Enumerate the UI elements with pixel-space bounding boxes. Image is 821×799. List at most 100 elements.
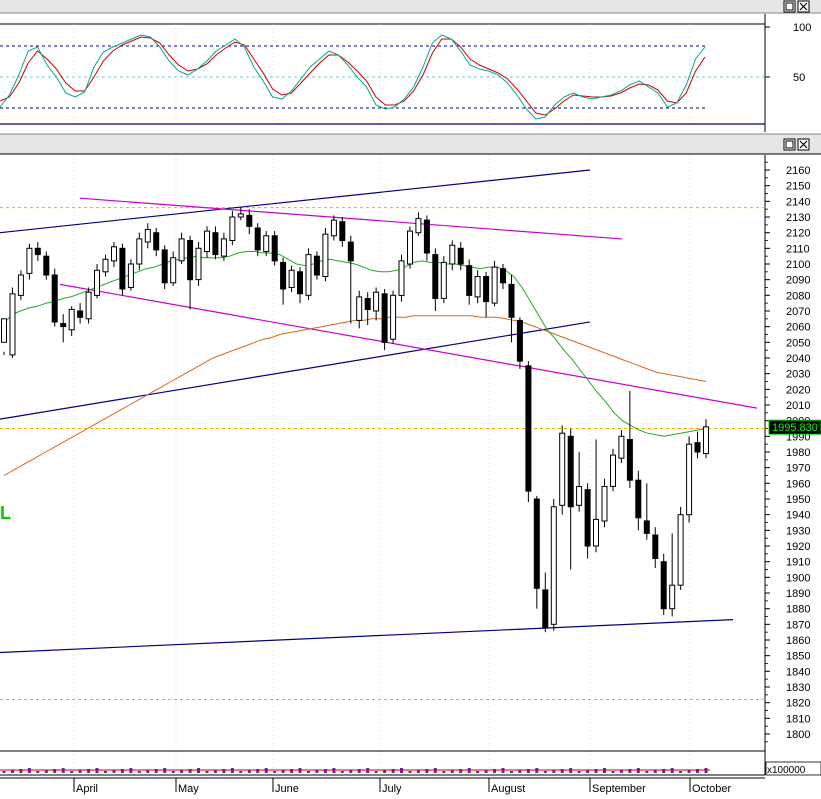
candle	[51, 268, 58, 327]
price-tick-label: 1810	[786, 713, 810, 725]
candle-body-down	[51, 274, 58, 323]
candle-body-up	[68, 308, 75, 331]
price-tick-label: 1900	[786, 572, 810, 584]
candle-body-down	[280, 261, 287, 290]
price-tick-label: 2040	[786, 353, 810, 365]
candle-body-up	[449, 244, 456, 265]
candle-body-up	[288, 269, 295, 288]
volume-unit-label: x100000	[767, 765, 806, 776]
candle-body-up	[610, 454, 616, 487]
candle-body-up	[322, 233, 329, 277]
price-tick-label: 1840	[786, 666, 810, 678]
volume-bar	[36, 771, 40, 773]
candle-body-up	[178, 238, 185, 262]
candle-body-down	[635, 479, 642, 519]
price-tick-label: 1950	[786, 494, 810, 506]
volume-bar	[577, 771, 581, 773]
candle-body-down	[432, 254, 439, 300]
candle-body-up	[136, 238, 143, 265]
candle-body-up	[398, 260, 405, 296]
candle-body-down	[542, 589, 549, 629]
candle-body-down	[43, 255, 50, 276]
candle-body-up	[263, 235, 270, 253]
candle-body-down	[584, 489, 591, 547]
price-tick-label: 2100	[786, 259, 810, 271]
candle-body-down	[533, 498, 540, 589]
candle-body-up	[576, 486, 583, 506]
candle-body-up	[677, 514, 684, 586]
candle-body-up	[440, 261, 447, 299]
candle-body-down	[457, 247, 464, 265]
candle-body-down	[297, 271, 303, 295]
price-tick-label: 1830	[786, 682, 810, 694]
candle-body-down	[77, 310, 84, 318]
price-tick-label: 2010	[786, 400, 810, 412]
candle-body-down	[339, 221, 346, 241]
volume-bar	[239, 771, 243, 773]
candle	[271, 231, 278, 266]
candle-body-up	[559, 432, 566, 506]
candle	[195, 242, 202, 286]
candle-body-down	[254, 227, 261, 251]
candle-body-up	[415, 218, 422, 234]
candle-body-up	[593, 518, 599, 547]
price-tick-label: 2150	[786, 181, 810, 193]
candle-body-down	[364, 298, 371, 310]
volume-bar	[171, 771, 175, 773]
candle-body-down	[643, 520, 650, 534]
candle-body-down	[508, 283, 515, 318]
candle	[17, 270, 24, 301]
candle-body-up	[229, 216, 236, 241]
price-tick-label: 1850	[786, 651, 810, 663]
candle	[525, 361, 532, 503]
price-tick-label: 1980	[786, 447, 810, 459]
candle	[407, 226, 413, 269]
price-tick-label: 1940	[786, 510, 810, 522]
candle-body-up	[601, 486, 608, 522]
candle-body-down	[500, 268, 506, 284]
candle-body-up	[669, 584, 676, 610]
candle-body-up	[390, 294, 397, 340]
candle-body-down	[246, 214, 253, 227]
candle-body-down	[652, 534, 659, 559]
candle-body-down	[483, 276, 490, 303]
candle-body-up	[111, 246, 117, 262]
month-label: September	[592, 783, 646, 795]
candle	[390, 290, 397, 344]
candle-body-down	[271, 235, 278, 262]
candle-body-up	[94, 269, 100, 296]
price-tick-label: 2080	[786, 290, 810, 302]
last-price-label: 1995.830	[772, 422, 818, 434]
candle-body-up	[170, 257, 177, 284]
chart: 100 50 2160 2150 2140 2130 2120 2110 2100 2090 20…	[0, 0, 821, 799]
volume-bar	[70, 771, 74, 773]
volume-bar	[104, 771, 107, 773]
price-tick-label: 2050	[786, 337, 810, 349]
candle-body-down	[516, 319, 523, 362]
price-tick-label: 2140	[786, 196, 810, 208]
month-label: April	[76, 783, 98, 795]
candle-body-up	[474, 276, 481, 298]
candle-body-down	[34, 247, 41, 256]
volume-bar	[510, 771, 513, 773]
volume-bar	[273, 771, 277, 773]
price-tick-label: 2130	[786, 212, 810, 224]
candle	[610, 448, 616, 492]
candle-body-up	[195, 247, 202, 281]
price-tick-label: 2020	[786, 384, 810, 396]
candle-body-up	[144, 229, 151, 243]
candle-body-up	[703, 426, 709, 454]
candle-body-down	[694, 442, 701, 453]
price-tick-label: 1870	[786, 619, 810, 631]
candle	[119, 243, 126, 296]
candle-body-down	[153, 232, 160, 251]
volume-bar	[408, 771, 412, 773]
candle-body-down	[525, 365, 532, 492]
price-tick-label: 1910	[786, 557, 810, 569]
candle-body-down	[161, 249, 168, 284]
price-tick-label: 2090	[786, 275, 810, 287]
candle-body-up	[1, 318, 7, 343]
candle-body-down	[212, 232, 219, 256]
candle	[440, 256, 447, 304]
candle-body-down	[119, 247, 126, 290]
